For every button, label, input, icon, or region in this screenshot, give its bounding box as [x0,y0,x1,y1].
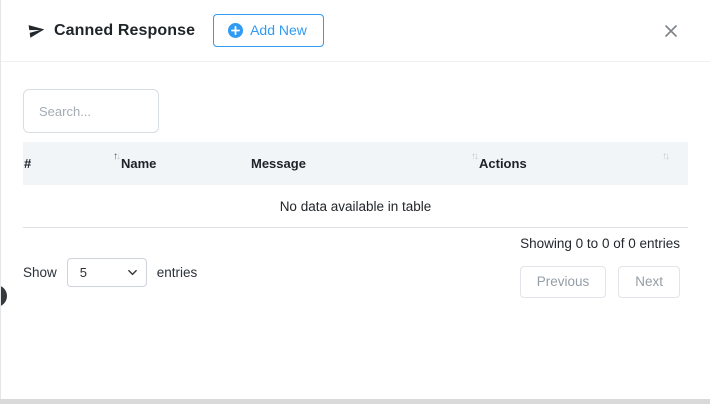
modal-header: Canned Response Add New [1,0,710,62]
page-length-control: Show 5 entries [23,246,197,298]
modal-body: # ↑↓ Name Message ↑↓ Actions ↑↓ No data … [1,62,710,298]
pagination-summary: Showing 0 to 0 of 0 entries [520,236,680,251]
column-label: Message [251,156,306,171]
search-input[interactable] [23,89,159,133]
previous-button[interactable]: Previous [520,266,607,298]
entries-label: entries [157,265,198,280]
column-header-actions[interactable]: Actions ↑↓ [479,142,688,185]
title-group: Canned Response [28,22,195,40]
add-new-button[interactable]: Add New [213,14,324,47]
close-button[interactable] [658,18,684,44]
pagination-control: Showing 0 to 0 of 0 entries Previous Nex… [520,236,680,298]
sort-icon: ↑↓ [662,151,670,162]
show-label: Show [23,265,57,280]
pagination-buttons: Previous Next [520,266,680,298]
table-empty-row: No data available in table [23,185,688,228]
page-size-select[interactable]: 5 [67,258,147,287]
add-new-label: Add New [250,22,307,38]
column-label: Name [121,156,156,171]
plus-circle-icon [228,23,243,38]
paper-plane-icon [28,22,45,39]
modal-title: Canned Response [54,22,195,40]
sort-icon: ↑↓ [471,151,479,162]
table-footer: Show 5 entries Showing 0 to 0 of 0 entri… [23,241,688,298]
column-header-name[interactable]: Name [121,142,251,185]
empty-message: No data available in table [280,199,432,214]
canned-response-modal: Canned Response Add New # ↑↓ [0,0,710,399]
page-background-strip [0,399,710,404]
sort-icon: ↑↓ [113,151,121,162]
close-icon [662,28,680,43]
next-button[interactable]: Next [618,266,680,298]
column-header-message[interactable]: Message ↑↓ [251,142,479,185]
table-header-row: # ↑↓ Name Message ↑↓ Actions ↑↓ [23,142,688,185]
column-label: Actions [479,156,527,171]
column-label: # [24,156,31,171]
column-header-hash[interactable]: # ↑↓ [23,142,121,185]
